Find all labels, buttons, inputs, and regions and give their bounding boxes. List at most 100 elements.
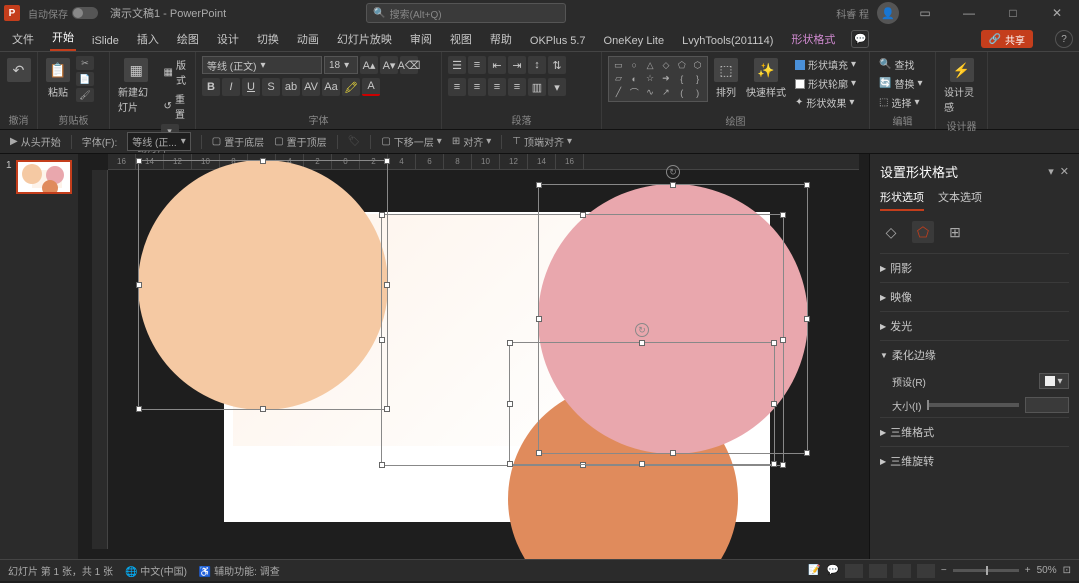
highlight-icon[interactable]: 🖍 bbox=[342, 78, 360, 96]
find-button[interactable]: 🔍查找 bbox=[876, 56, 929, 73]
search-input[interactable]: 🔍 搜索(Alt+Q) bbox=[366, 3, 566, 23]
effects-icon[interactable]: ⬠ bbox=[912, 221, 934, 243]
tab-animation[interactable]: 动画 bbox=[295, 27, 321, 51]
smartart-icon[interactable]: ▾ bbox=[548, 78, 566, 96]
maximize-button[interactable]: □ bbox=[995, 0, 1031, 26]
shapes-gallery[interactable]: ▭○△◇⬠⬡ ▱◐☆➜{} ╱⌒∿↗() bbox=[608, 56, 708, 102]
fill-line-icon[interactable]: ◇ bbox=[880, 221, 902, 243]
section-softedge[interactable]: ▼柔化边缘 bbox=[880, 340, 1069, 369]
increase-font-icon[interactable]: A▴ bbox=[360, 56, 378, 74]
change-case-icon[interactable]: Aa bbox=[322, 78, 340, 96]
pane-tab-text[interactable]: 文本选项 bbox=[938, 189, 982, 211]
slide-canvas[interactable]: 1614121086420246810121416 ↻ ↻ bbox=[78, 154, 869, 559]
size-spinner[interactable] bbox=[1025, 397, 1069, 413]
align-right-icon[interactable]: ≡ bbox=[488, 78, 506, 96]
from-start-button[interactable]: ▶从头开始 bbox=[10, 134, 61, 149]
line-spacing-icon[interactable]: ↕ bbox=[528, 56, 546, 74]
send-backward-button[interactable]: ▢下移一层▾ bbox=[381, 134, 441, 149]
italic-icon[interactable]: I bbox=[222, 78, 240, 96]
zoom-out-icon[interactable]: − bbox=[941, 565, 947, 576]
rotate-handle-icon[interactable]: ↻ bbox=[666, 165, 680, 179]
bullets-icon[interactable]: ☰ bbox=[448, 56, 466, 74]
section-reflection[interactable]: ▶映像 bbox=[880, 282, 1069, 311]
align-button[interactable]: ⊞对齐▾ bbox=[452, 134, 491, 149]
preset-picker[interactable]: ▾ bbox=[1039, 373, 1069, 389]
cut-icon[interactable]: ✂ bbox=[76, 56, 94, 70]
decrease-font-icon[interactable]: A▾ bbox=[380, 56, 398, 74]
align-left-icon[interactable]: ≡ bbox=[448, 78, 466, 96]
tab-transition[interactable]: 切换 bbox=[255, 27, 281, 51]
size-props-icon[interactable]: ⊞ bbox=[944, 221, 966, 243]
spacing-icon[interactable]: AV bbox=[302, 78, 320, 96]
quick-styles-button[interactable]: ✨快速样式 bbox=[744, 56, 788, 101]
tab-insert[interactable]: 插入 bbox=[135, 27, 161, 51]
shape-fill-button[interactable]: 形状填充▾ bbox=[792, 56, 859, 73]
comments-button[interactable]: 💬 bbox=[826, 565, 838, 576]
toggle-switch[interactable] bbox=[72, 7, 98, 19]
layout-button[interactable]: ▦版式 bbox=[161, 56, 189, 88]
reset-button[interactable]: ↺重置 bbox=[161, 90, 189, 122]
close-button[interactable]: ✕ bbox=[1039, 0, 1075, 26]
normal-view-icon[interactable] bbox=[845, 564, 863, 578]
help-icon[interactable]: ? bbox=[1055, 30, 1073, 48]
pane-close-icon[interactable]: ✕ bbox=[1060, 165, 1069, 178]
section-3drotation[interactable]: ▶三维旋转 bbox=[880, 446, 1069, 475]
select-button[interactable]: ⬚选择▾ bbox=[876, 94, 929, 111]
font-qb-combo[interactable]: 等线 (正...▾ bbox=[127, 132, 190, 151]
fit-window-icon[interactable]: ⊡ bbox=[1063, 565, 1071, 576]
user-avatar[interactable]: 👤 bbox=[877, 2, 899, 24]
numbering-icon[interactable]: ≡ bbox=[468, 56, 486, 74]
strike-icon[interactable]: S bbox=[262, 78, 280, 96]
new-slide-button[interactable]: ▦新建幻灯片 bbox=[116, 56, 157, 116]
justify-icon[interactable]: ≡ bbox=[508, 78, 526, 96]
top-align-button[interactable]: ⊤顶端对齐▾ bbox=[512, 134, 572, 149]
slide-thumbnail-1[interactable] bbox=[16, 160, 72, 194]
share-button[interactable]: 🔗共享 bbox=[981, 30, 1033, 48]
undo-button[interactable]: ↶ bbox=[6, 56, 31, 84]
tab-onekey[interactable]: OneKey Lite bbox=[602, 31, 667, 51]
underline-icon[interactable]: U bbox=[242, 78, 260, 96]
autosave-toggle[interactable]: 自动保存 bbox=[28, 6, 98, 21]
section-shadow[interactable]: ▶阴影 bbox=[880, 253, 1069, 282]
replace-button[interactable]: 🔄替换▾ bbox=[876, 75, 929, 92]
arrange-button[interactable]: ⬚排列 bbox=[712, 56, 740, 101]
tab-design[interactable]: 设计 bbox=[215, 27, 241, 51]
bold-icon[interactable]: B bbox=[202, 78, 220, 96]
pane-dropdown-icon[interactable]: ▾ bbox=[1048, 165, 1054, 178]
shape-outline-button[interactable]: 形状轮廓▾ bbox=[792, 75, 859, 92]
minimize-button[interactable]: — bbox=[951, 0, 987, 26]
align-center-icon[interactable]: ≡ bbox=[468, 78, 486, 96]
size-slider[interactable] bbox=[927, 403, 1019, 407]
zoom-in-icon[interactable]: + bbox=[1025, 565, 1031, 576]
section-glow[interactable]: ▶发光 bbox=[880, 311, 1069, 340]
sorter-view-icon[interactable] bbox=[869, 564, 887, 578]
bring-to-front-button[interactable]: ▢置于顶层 bbox=[274, 134, 326, 149]
paste-button[interactable]: 📋粘贴 bbox=[44, 56, 72, 101]
ribbon-options-icon[interactable]: ▭ bbox=[907, 0, 943, 26]
tab-slideshow[interactable]: 幻灯片放映 bbox=[335, 27, 394, 51]
tab-view[interactable]: 视图 bbox=[448, 27, 474, 51]
shape-effects-button[interactable]: ✦形状效果▾ bbox=[792, 94, 859, 111]
tab-draw[interactable]: 绘图 bbox=[175, 27, 201, 51]
slideshow-view-icon[interactable] bbox=[917, 564, 935, 578]
notes-button[interactable]: 📝 bbox=[808, 565, 820, 576]
indent-inc-icon[interactable]: ⇥ bbox=[508, 56, 526, 74]
selection-box-4[interactable]: ↻ bbox=[538, 184, 808, 454]
tab-file[interactable]: 文件 bbox=[10, 27, 36, 51]
zoom-slider[interactable] bbox=[953, 569, 1019, 572]
clear-format-icon[interactable]: A⌫ bbox=[400, 56, 418, 74]
accessibility-status[interactable]: ♿ 辅助功能: 调查 bbox=[199, 563, 280, 578]
text-direction-icon[interactable]: ⇅ bbox=[548, 56, 566, 74]
tab-shape-format[interactable]: 形状格式 bbox=[789, 27, 837, 51]
font-color-icon[interactable]: A bbox=[362, 78, 380, 96]
tab-okplus[interactable]: OKPlus 5.7 bbox=[528, 31, 588, 51]
columns-icon[interactable]: ▥ bbox=[528, 78, 546, 96]
pane-tab-shape[interactable]: 形状选项 bbox=[880, 189, 924, 211]
designer-button[interactable]: ⚡设计灵感 bbox=[942, 56, 981, 116]
font-name-combo[interactable]: 等线 (正文)▾ bbox=[202, 56, 322, 74]
zoom-level[interactable]: 50% bbox=[1037, 565, 1057, 576]
format-label-button[interactable]: 🏷 bbox=[348, 136, 361, 147]
selection-box-1[interactable] bbox=[138, 160, 388, 410]
language-status[interactable]: 🌐 中文(中国) bbox=[125, 563, 187, 578]
copy-icon[interactable]: 📄 bbox=[76, 72, 94, 86]
